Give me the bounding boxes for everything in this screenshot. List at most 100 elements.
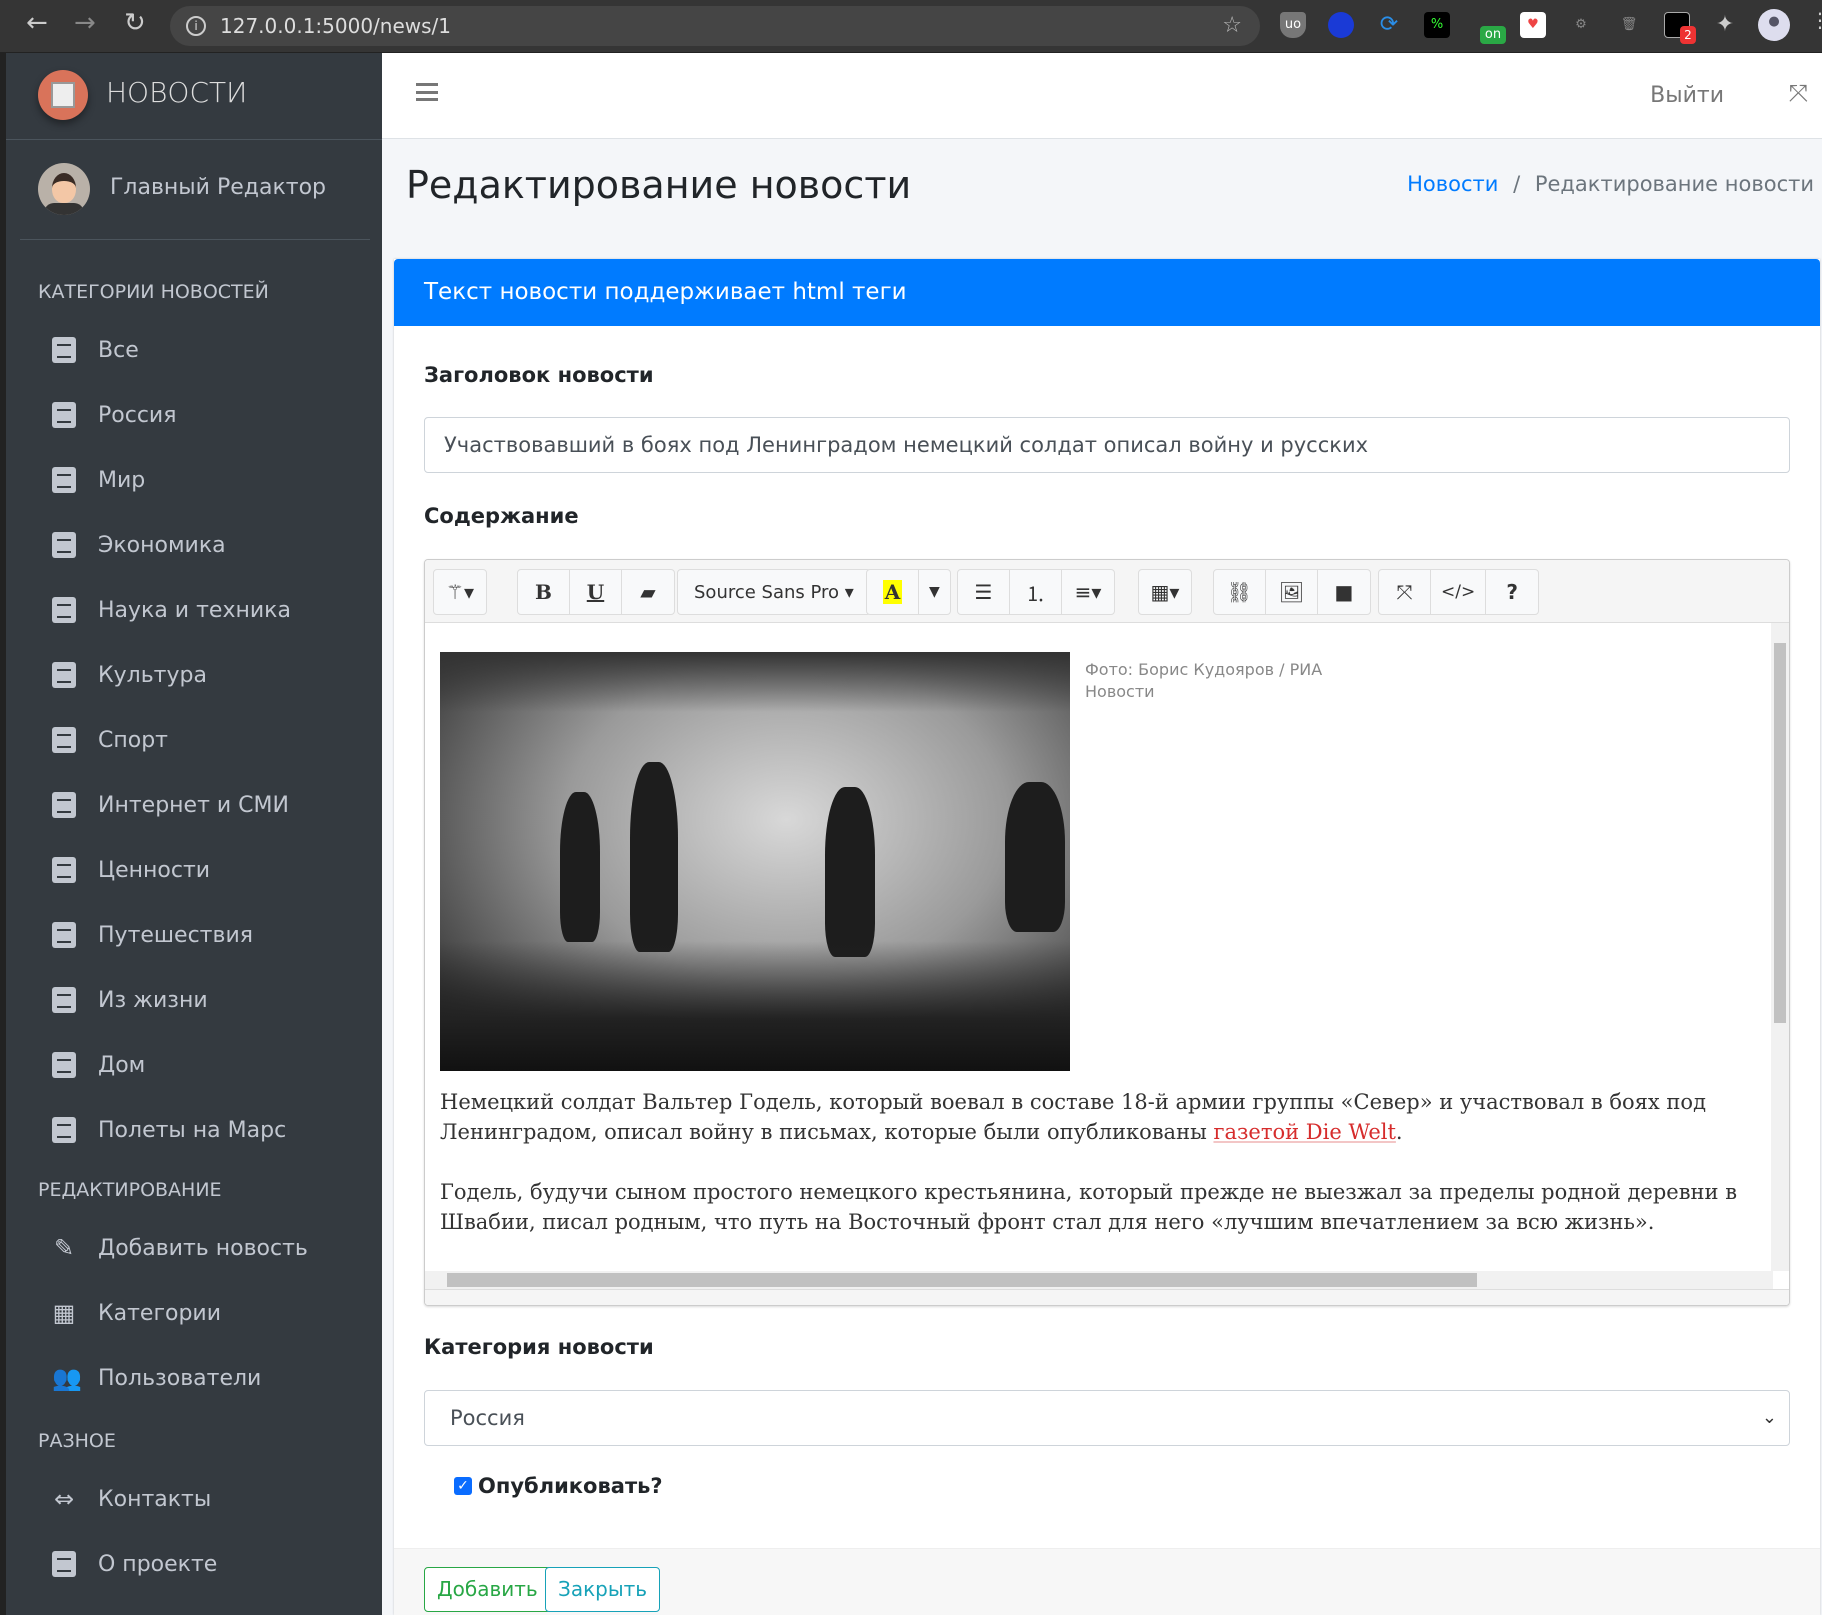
underline-button[interactable]: U bbox=[570, 570, 622, 614]
sidebar-item-label: Россия bbox=[98, 402, 177, 428]
divider bbox=[20, 239, 370, 240]
sidebar-item-label: Контакты bbox=[98, 1486, 212, 1512]
document-icon bbox=[52, 727, 76, 753]
news-logo-icon[interactable] bbox=[38, 70, 88, 120]
sidebar: НОВОСТИ Главный Редактор КАТЕГОРИИ НОВОС… bbox=[0, 53, 382, 1615]
sidebar-item-category[interactable]: Дом bbox=[52, 1040, 372, 1090]
sidebar-item-category[interactable]: Все bbox=[52, 325, 372, 375]
editor-resize-handle[interactable] bbox=[425, 1289, 1789, 1305]
breadcrumb: Новости / Редактирование новости bbox=[1407, 172, 1814, 196]
sidebar-item-label: Из жизни bbox=[98, 987, 208, 1013]
logout-link[interactable]: Выйти bbox=[1650, 83, 1724, 108]
sidebar-item-add-news[interactable]: ✎ Добавить новость bbox=[52, 1223, 372, 1273]
paragraph-text: . bbox=[1395, 1120, 1403, 1144]
address-bar[interactable]: i 127.0.0.1:5000/news/1 ☆ bbox=[170, 6, 1260, 46]
publish-checkbox[interactable]: ✓ bbox=[454, 1477, 472, 1495]
on-extension-icon[interactable]: on bbox=[1480, 26, 1506, 44]
bookmark-star-icon[interactable]: ☆ bbox=[1222, 6, 1242, 46]
forward-icon[interactable]: → bbox=[74, 8, 96, 38]
section-header-misc: РАЗНОЕ bbox=[38, 1430, 116, 1452]
sidebar-item-label: Спорт bbox=[98, 727, 168, 753]
breadcrumb-news-link[interactable]: Новости bbox=[1407, 172, 1498, 196]
editor-content[interactable]: Фото: Борис Кудояров / РИА Новости Немец… bbox=[425, 623, 1773, 1271]
category-select[interactable]: Россия ⌄ bbox=[424, 1390, 1790, 1446]
picture-icon[interactable]: 🖼 bbox=[1266, 570, 1318, 614]
scrollbar-thumb[interactable] bbox=[1774, 643, 1786, 1023]
document-icon bbox=[52, 337, 76, 363]
sidebar-item-category[interactable]: Путешествия bbox=[52, 910, 372, 960]
sidebar-item-category[interactable]: Экономика bbox=[52, 520, 372, 570]
menu-icon[interactable]: ⋮ bbox=[1810, 8, 1822, 32]
horizontal-scrollbar[interactable] bbox=[425, 1271, 1773, 1289]
info-icon[interactable]: i bbox=[186, 16, 206, 36]
close-button[interactable]: Закрыть bbox=[545, 1567, 661, 1612]
puzzle-icon[interactable]: ✦ bbox=[1712, 12, 1738, 38]
code-view-button[interactable]: </> bbox=[1431, 570, 1487, 614]
sidebar-item-label: Культура bbox=[98, 662, 207, 688]
sidebar-item-category[interactable]: Полеты на Марс bbox=[52, 1105, 372, 1155]
font-family-dropdown[interactable]: Source Sans Pro ▾ bbox=[678, 570, 870, 614]
style-magic-wand-icon[interactable]: ⚚▾ bbox=[434, 570, 486, 614]
sidebar-item-category[interactable]: Ценности bbox=[52, 845, 372, 895]
paragraph: Немецкий солдат Вальтер Годель, который … bbox=[440, 1087, 1760, 1147]
color-dropdown-caret[interactable]: ▼ bbox=[919, 570, 950, 614]
paragraph-text: Немецкий солдат Вальтер Годель, который … bbox=[440, 1090, 1706, 1144]
table-icon[interactable]: ▦▾ bbox=[1139, 570, 1191, 614]
rich-text-editor: ⚚▾ B U ▰ Source Sans Pro ▾ A ▼ ☰ ⒈ ≡▾ ▦▾… bbox=[424, 559, 1790, 1306]
news-photo bbox=[440, 652, 1070, 1071]
bold-button[interactable]: B bbox=[518, 570, 570, 614]
extension-icon[interactable] bbox=[1328, 12, 1354, 38]
extension-icon[interactable]: ⚙ bbox=[1568, 12, 1594, 38]
back-icon[interactable]: ← bbox=[26, 8, 48, 38]
extension-badge: 2 bbox=[1680, 26, 1696, 44]
card-footer: Добавить Закрыть bbox=[394, 1548, 1820, 1615]
sidebar-item-users[interactable]: 👥 Пользователи bbox=[52, 1353, 372, 1403]
sidebar-item-label: Все bbox=[98, 337, 139, 363]
extension-icon[interactable]: ⟳ bbox=[1376, 12, 1402, 38]
bullet-list-icon[interactable]: ☰ bbox=[958, 570, 1010, 614]
sidebar-item-category[interactable]: Мир bbox=[52, 455, 372, 505]
top-navbar: Выйти ⤧ bbox=[382, 53, 1822, 139]
sidebar-item-contacts[interactable]: ⇔ Контакты bbox=[52, 1474, 372, 1524]
title-input[interactable]: Участвовавший в боях под Ленинградом нем… bbox=[424, 417, 1790, 473]
scrollbar-thumb[interactable] bbox=[447, 1273, 1477, 1287]
sidebar-item-category[interactable]: Спорт bbox=[52, 715, 372, 765]
trash-extension-icon[interactable]: 🗑 bbox=[1616, 12, 1642, 38]
sidebar-item-about[interactable]: О проекте bbox=[52, 1539, 372, 1589]
video-icon[interactable]: ■ bbox=[1318, 570, 1370, 614]
user-name[interactable]: Главный Редактор bbox=[110, 175, 326, 200]
sidebar-item-category[interactable]: Из жизни bbox=[52, 975, 372, 1025]
fullscreen-icon[interactable]: ⤧ bbox=[1789, 79, 1808, 107]
heart-extension-icon[interactable]: ♥ bbox=[1520, 12, 1546, 38]
sidebar-item-label: Мир bbox=[98, 467, 146, 493]
profile-icon[interactable]: ● bbox=[1758, 9, 1790, 41]
sidebar-item-category[interactable]: Интернет и СМИ bbox=[52, 780, 372, 830]
eraser-icon[interactable]: ▰ bbox=[622, 570, 674, 614]
text-color-button[interactable]: A bbox=[867, 570, 919, 614]
ublock-icon[interactable]: uo bbox=[1280, 12, 1306, 38]
vertical-scrollbar[interactable] bbox=[1771, 623, 1789, 1271]
document-icon bbox=[52, 597, 76, 623]
chevron-down-icon: ⌄ bbox=[1761, 1407, 1777, 1428]
publish-label[interactable]: Опубликовать? bbox=[478, 1474, 663, 1498]
document-icon bbox=[52, 662, 76, 688]
sidebar-item-category[interactable]: Россия bbox=[52, 390, 372, 440]
reload-icon[interactable]: ↻ bbox=[124, 8, 146, 38]
percent-extension-icon[interactable]: % bbox=[1424, 12, 1450, 38]
fullscreen-icon[interactable]: ⤧ bbox=[1379, 570, 1431, 614]
grid-icon: ▦ bbox=[52, 1299, 76, 1327]
link-icon[interactable]: ⛓ bbox=[1214, 570, 1266, 614]
help-button[interactable]: ? bbox=[1486, 570, 1538, 614]
sidebar-item-categories[interactable]: ▦ Категории bbox=[52, 1288, 372, 1338]
sidebar-item-category[interactable]: Наука и техника bbox=[52, 585, 372, 635]
paragraph-align-icon[interactable]: ≡▾ bbox=[1062, 570, 1114, 614]
numbered-list-icon[interactable]: ⒈ bbox=[1010, 570, 1062, 614]
section-header-edit: РЕДАКТИРОВАНИЕ bbox=[38, 1179, 222, 1201]
hamburger-menu-icon[interactable] bbox=[416, 83, 438, 101]
die-welt-link[interactable]: газетой Die Welt bbox=[1213, 1120, 1395, 1144]
category-selected-value: Россия bbox=[450, 1406, 525, 1430]
add-button[interactable]: Добавить bbox=[424, 1567, 551, 1612]
sidebar-item-category[interactable]: Культура bbox=[52, 650, 372, 700]
edit-icon: ✎ bbox=[53, 1234, 75, 1262]
brand-title[interactable]: НОВОСТИ bbox=[106, 76, 247, 109]
